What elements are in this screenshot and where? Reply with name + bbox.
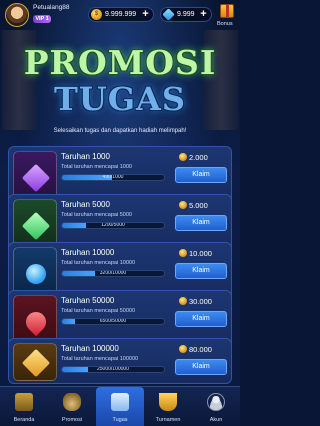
coin-icon	[179, 249, 187, 257]
task-description: Total taruhan mencapai 10000	[61, 260, 135, 266]
task-progress-bar: 3200/10000	[61, 270, 165, 277]
task-title: Taruhan 5000	[61, 200, 110, 209]
reward-amount: 30.000	[179, 297, 212, 306]
progress-text: 1200/5000	[101, 222, 125, 228]
username: Petualang88	[33, 4, 70, 11]
task-progress-bar: 25000/100000	[61, 366, 165, 373]
gem-value: 9.999	[177, 11, 195, 18]
claim-button[interactable]: Klaim	[175, 263, 227, 279]
nav-akun[interactable]: Akun	[192, 387, 240, 426]
coin-icon: $	[91, 9, 102, 20]
nav-label: Akun	[209, 417, 223, 423]
bonus-label[interactable]: Bonus	[217, 21, 233, 27]
task-list-icon	[111, 393, 129, 411]
task-title: Taruhan 1000	[61, 152, 110, 161]
reward-amount: 80.000	[179, 345, 212, 354]
claim-button[interactable]: Klaim	[175, 167, 227, 183]
diamond-icon	[162, 8, 175, 21]
gem-balance: 9.999 +	[160, 7, 212, 22]
blue-gem-icon	[26, 264, 46, 284]
top-bar: Petualang88 VIP 1 $ 9.999.999 + 9.999 + …	[0, 0, 240, 30]
task-description: Total taruhan mencapai 1000	[61, 164, 132, 170]
purple-gem-icon	[21, 163, 51, 193]
task-progress-bar: 1200/5000	[61, 222, 165, 229]
nav-beranda[interactable]: Beranda	[0, 387, 48, 426]
nav-label: Tugas	[112, 417, 128, 423]
claim-button[interactable]: Klaim	[175, 311, 227, 327]
nav-tugas[interactable]: Tugas	[96, 387, 144, 426]
vip-badge: VIP 1	[33, 15, 51, 23]
gem-frame	[13, 343, 57, 381]
coin-value: 9.999.999	[105, 11, 137, 18]
nav-turnamen[interactable]: Turnamen	[144, 387, 192, 426]
coin-icon	[179, 201, 187, 209]
red-heart-gem-icon	[21, 307, 51, 337]
claim-button[interactable]: Klaim	[175, 359, 227, 375]
add-gems-button[interactable]: +	[198, 9, 209, 20]
page-title-line1: PROMOSI	[23, 43, 217, 82]
page-title-line2: TUGAS	[54, 80, 186, 118]
trophy-icon	[159, 393, 177, 411]
slot-machine-icon	[15, 393, 33, 411]
page-subtitle: Selesaikan tugas dan dapatkan hadiah mel…	[53, 128, 187, 134]
add-coins-button[interactable]: +	[140, 9, 151, 20]
task-description: Total taruhan mencapai 50000	[61, 308, 135, 314]
task-card: Taruhan 100000 Total taruhan mencapai 10…	[8, 338, 232, 384]
nav-label: Promosi	[61, 417, 83, 423]
task-description: Total taruhan mencapai 5000	[61, 212, 132, 218]
avatar[interactable]	[5, 3, 29, 27]
gift-icon[interactable]	[220, 4, 234, 18]
reward-amount: 10.000	[179, 249, 212, 258]
coin-icon	[179, 345, 187, 353]
claim-button[interactable]: Klaim	[175, 215, 227, 231]
bottom-nav: Beranda Promosi Tugas Turnamen Akun	[0, 386, 240, 426]
nav-promosi[interactable]: Promosi	[48, 387, 96, 426]
progress-text: 3200/10000	[99, 270, 127, 276]
progress-text: 490/1000	[102, 174, 124, 180]
task-progress-bar: 6500/50000	[61, 318, 165, 325]
task-title: Taruhan 100000	[61, 344, 119, 353]
coin-balance: $ 9.999.999 +	[88, 7, 154, 22]
coin-icon	[179, 297, 187, 305]
nav-label: Turnamen	[155, 417, 181, 423]
nav-label: Beranda	[13, 417, 35, 423]
gold-gem-icon	[21, 348, 51, 378]
reward-amount: 2.000	[179, 153, 208, 162]
reward-amount: 5.000	[179, 201, 208, 210]
task-title: Taruhan 10000	[61, 248, 115, 257]
task-title: Taruhan 50000	[61, 296, 115, 305]
task-progress-bar: 490/1000	[61, 174, 165, 181]
green-gem-icon	[21, 211, 51, 241]
task-description: Total taruhan mencapai 100000	[61, 356, 139, 362]
progress-text: 6500/50000	[99, 318, 127, 324]
coin-icon	[179, 153, 187, 161]
money-bag-icon	[63, 393, 81, 411]
progress-text: 25000/100000	[97, 366, 129, 372]
user-icon	[207, 393, 225, 411]
